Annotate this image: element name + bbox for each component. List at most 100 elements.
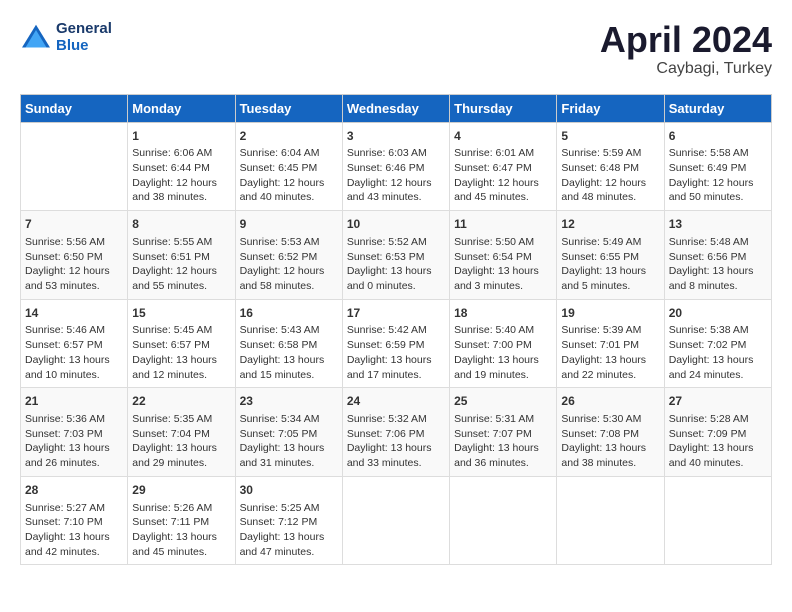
day-info: Sunrise: 5:34 AM: [240, 412, 338, 427]
day-info: Sunset: 6:56 PM: [669, 250, 767, 265]
title-block: April 2024 Caybagi, Turkey: [600, 20, 772, 78]
day-info: Sunset: 6:51 PM: [132, 250, 230, 265]
day-info: Daylight: 12 hours: [240, 264, 338, 279]
day-info: Sunset: 6:59 PM: [347, 338, 445, 353]
day-info: Daylight: 13 hours: [561, 353, 659, 368]
day-info: Sunset: 7:12 PM: [240, 515, 338, 530]
day-number: 19: [561, 305, 659, 322]
day-info: Sunset: 6:49 PM: [669, 161, 767, 176]
day-info: Daylight: 12 hours: [669, 176, 767, 191]
week-row-5: 28Sunrise: 5:27 AMSunset: 7:10 PMDayligh…: [21, 476, 772, 565]
day-info: and 50 minutes.: [669, 190, 767, 205]
calendar-cell: 2Sunrise: 6:04 AMSunset: 6:45 PMDaylight…: [235, 122, 342, 211]
day-number: 9: [240, 216, 338, 233]
day-info: and 45 minutes.: [454, 190, 552, 205]
day-number: 27: [669, 393, 767, 410]
day-info: Sunset: 7:10 PM: [25, 515, 123, 530]
day-info: Daylight: 13 hours: [132, 353, 230, 368]
day-info: Sunset: 7:07 PM: [454, 427, 552, 442]
calendar-cell: 23Sunrise: 5:34 AMSunset: 7:05 PMDayligh…: [235, 388, 342, 477]
calendar-cell: 9Sunrise: 5:53 AMSunset: 6:52 PMDaylight…: [235, 211, 342, 300]
day-info: and 45 minutes.: [132, 545, 230, 560]
day-info: Daylight: 13 hours: [240, 441, 338, 456]
calendar-cell: 26Sunrise: 5:30 AMSunset: 7:08 PMDayligh…: [557, 388, 664, 477]
day-info: Sunrise: 5:46 AM: [25, 323, 123, 338]
calendar-cell: 30Sunrise: 5:25 AMSunset: 7:12 PMDayligh…: [235, 476, 342, 565]
day-info: Daylight: 13 hours: [25, 353, 123, 368]
day-info: and 48 minutes.: [561, 190, 659, 205]
day-info: Daylight: 13 hours: [561, 441, 659, 456]
day-info: and 12 minutes.: [132, 368, 230, 383]
day-number: 12: [561, 216, 659, 233]
day-info: Sunset: 6:55 PM: [561, 250, 659, 265]
day-info: Sunset: 6:45 PM: [240, 161, 338, 176]
day-number: 1: [132, 128, 230, 145]
day-info: and 19 minutes.: [454, 368, 552, 383]
day-info: Daylight: 13 hours: [25, 441, 123, 456]
day-info: Sunrise: 5:43 AM: [240, 323, 338, 338]
header-wednesday: Wednesday: [342, 94, 449, 122]
calendar-cell: 27Sunrise: 5:28 AMSunset: 7:09 PMDayligh…: [664, 388, 771, 477]
day-info: Sunset: 7:08 PM: [561, 427, 659, 442]
day-number: 29: [132, 482, 230, 499]
day-info: Sunset: 6:47 PM: [454, 161, 552, 176]
calendar-table: SundayMondayTuesdayWednesdayThursdayFrid…: [20, 94, 772, 566]
day-info: and 22 minutes.: [561, 368, 659, 383]
day-info: Daylight: 13 hours: [561, 264, 659, 279]
week-row-1: 1Sunrise: 6:06 AMSunset: 6:44 PMDaylight…: [21, 122, 772, 211]
logo-icon: [20, 23, 52, 51]
calendar-cell: 13Sunrise: 5:48 AMSunset: 6:56 PMDayligh…: [664, 211, 771, 300]
day-info: and 36 minutes.: [454, 456, 552, 471]
day-number: 17: [347, 305, 445, 322]
day-info: Sunrise: 5:25 AM: [240, 501, 338, 516]
day-info: Sunrise: 5:27 AM: [25, 501, 123, 516]
day-info: and 38 minutes.: [132, 190, 230, 205]
day-number: 21: [25, 393, 123, 410]
day-info: Sunrise: 6:04 AM: [240, 146, 338, 161]
day-info: Daylight: 13 hours: [454, 441, 552, 456]
day-info: Sunrise: 5:48 AM: [669, 235, 767, 250]
day-info: Sunrise: 5:59 AM: [561, 146, 659, 161]
day-info: Sunrise: 6:01 AM: [454, 146, 552, 161]
day-info: and 0 minutes.: [347, 279, 445, 294]
day-info: Sunset: 7:09 PM: [669, 427, 767, 442]
day-info: and 26 minutes.: [25, 456, 123, 471]
header-friday: Friday: [557, 94, 664, 122]
calendar-cell: 8Sunrise: 5:55 AMSunset: 6:51 PMDaylight…: [128, 211, 235, 300]
day-info: and 58 minutes.: [240, 279, 338, 294]
day-number: 2: [240, 128, 338, 145]
day-info: and 55 minutes.: [132, 279, 230, 294]
day-info: Sunset: 6:58 PM: [240, 338, 338, 353]
day-info: Daylight: 12 hours: [132, 176, 230, 191]
day-info: Daylight: 13 hours: [454, 264, 552, 279]
day-info: Sunrise: 5:28 AM: [669, 412, 767, 427]
day-info: Daylight: 12 hours: [347, 176, 445, 191]
day-info: Sunrise: 5:56 AM: [25, 235, 123, 250]
day-number: 5: [561, 128, 659, 145]
day-info: and 40 minutes.: [240, 190, 338, 205]
day-info: Sunset: 6:46 PM: [347, 161, 445, 176]
day-info: Sunset: 7:06 PM: [347, 427, 445, 442]
calendar-cell: [21, 122, 128, 211]
calendar-cell: 12Sunrise: 5:49 AMSunset: 6:55 PMDayligh…: [557, 211, 664, 300]
day-info: Sunrise: 6:06 AM: [132, 146, 230, 161]
day-info: Daylight: 12 hours: [454, 176, 552, 191]
day-number: 16: [240, 305, 338, 322]
day-info: and 15 minutes.: [240, 368, 338, 383]
day-number: 23: [240, 393, 338, 410]
day-number: 25: [454, 393, 552, 410]
calendar-cell: [664, 476, 771, 565]
day-number: 3: [347, 128, 445, 145]
calendar-cell: 14Sunrise: 5:46 AMSunset: 6:57 PMDayligh…: [21, 299, 128, 388]
day-number: 13: [669, 216, 767, 233]
day-number: 6: [669, 128, 767, 145]
day-info: Sunrise: 5:38 AM: [669, 323, 767, 338]
calendar-cell: 28Sunrise: 5:27 AMSunset: 7:10 PMDayligh…: [21, 476, 128, 565]
day-info: Daylight: 12 hours: [561, 176, 659, 191]
calendar-cell: 7Sunrise: 5:56 AMSunset: 6:50 PMDaylight…: [21, 211, 128, 300]
day-info: and 40 minutes.: [669, 456, 767, 471]
day-info: and 3 minutes.: [454, 279, 552, 294]
page-header: General Blue April 2024 Caybagi, Turkey: [20, 20, 772, 78]
calendar-cell: 4Sunrise: 6:01 AMSunset: 6:47 PMDaylight…: [450, 122, 557, 211]
calendar-cell: 11Sunrise: 5:50 AMSunset: 6:54 PMDayligh…: [450, 211, 557, 300]
